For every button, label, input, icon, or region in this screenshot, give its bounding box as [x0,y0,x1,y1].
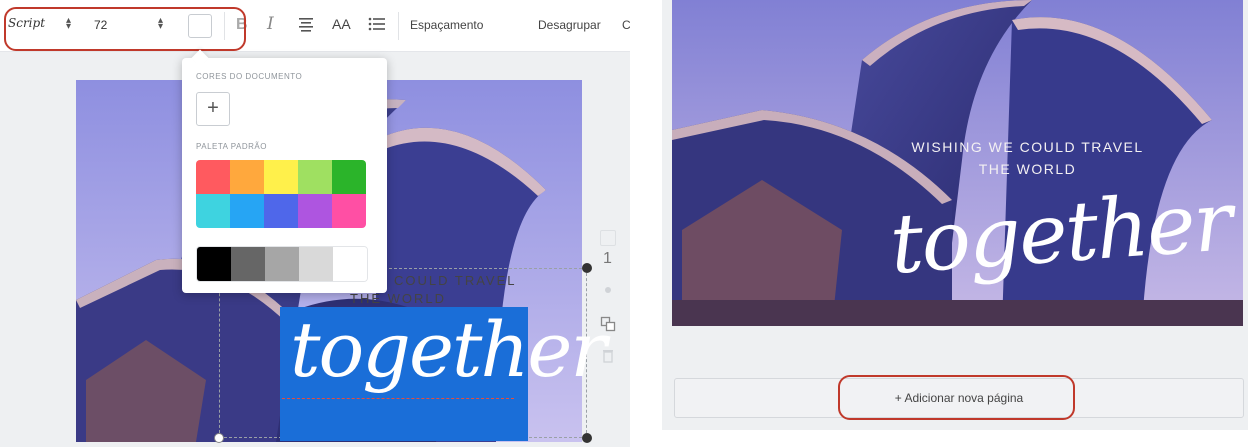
script-word-text[interactable]: together [290,305,607,394]
color-swatch[interactable] [231,247,265,281]
spellcheck-underline [282,398,514,399]
headline-line-1: WISHING WE COULD TRAVEL [911,139,1144,155]
color-swatch[interactable] [299,247,333,281]
color-picker-popup: CORES DO DOCUMENTO + PALETA PADRÃO [182,49,387,293]
document-colors-heading: CORES DO DOCUMENTO [196,72,303,81]
highlight-annotation-add-page [838,375,1075,420]
add-document-color-button[interactable]: + [196,92,230,126]
toolbar-divider [398,12,399,40]
duplicate-page-icon[interactable] [600,316,616,332]
color-swatch[interactable] [264,160,298,194]
color-swatch[interactable] [332,160,366,194]
color-swatch[interactable] [265,247,299,281]
resize-handle[interactable] [582,263,592,273]
page-arrow-up-icon[interactable] [600,230,616,246]
spacing-button[interactable]: Espaçamento [410,18,483,32]
color-swatch[interactable] [298,160,332,194]
delete-page-icon[interactable] [600,348,616,364]
page-arrow-down-icon[interactable] [600,282,616,298]
resize-handle[interactable] [214,433,224,443]
design-page-preview[interactable]: WISHING WE COULD TRAVEL THE WORLD togeth… [672,0,1243,326]
highlight-annotation-toolbar [4,7,246,51]
screenshot-root: Script ▴ ▾ 72 ▴ ▾ B I AA Espaçamento Desag… [0,0,1248,447]
popup-pointer [191,49,209,67]
color-swatch[interactable] [196,160,230,194]
default-color-palette [196,160,366,228]
align-center-icon[interactable] [298,16,314,32]
ungroup-button[interactable]: Desagrupar [538,18,601,32]
page-number: 1 [603,250,612,267]
color-swatch[interactable] [333,247,367,281]
color-swatch[interactable] [264,194,298,228]
color-swatch[interactable] [332,194,366,228]
color-swatch[interactable] [197,247,231,281]
default-palette-heading: PALETA PADRÃO [196,142,267,151]
color-swatch[interactable] [298,194,332,228]
resize-handle[interactable] [582,433,592,443]
color-swatch[interactable] [230,160,264,194]
headline-text[interactable]: WISHING WE COULD TRAVEL THE WORLD [672,136,1243,180]
editor-right-panel: WISHING WE COULD TRAVEL THE WORLD togeth… [662,0,1248,447]
editor-left-panel: Script ▴ ▾ 72 ▴ ▾ B I AA Espaçamento Desag… [0,0,630,447]
toolbar-overflow-item[interactable]: C [622,18,630,32]
uppercase-button[interactable]: AA [332,16,351,32]
color-swatch[interactable] [230,194,264,228]
italic-button[interactable]: I [267,14,274,34]
color-swatch[interactable] [196,194,230,228]
list-icon[interactable] [368,16,386,32]
grayscale-palette [196,246,368,282]
